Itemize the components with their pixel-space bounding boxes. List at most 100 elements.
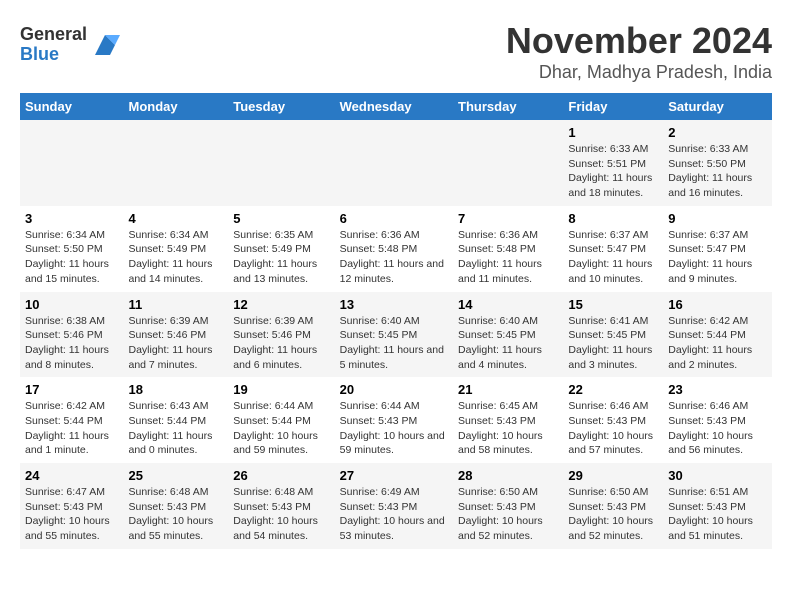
day-number: 17 (25, 382, 118, 397)
day-number: 9 (668, 211, 767, 226)
day-number: 15 (568, 297, 658, 312)
calendar-cell: 23 Sunrise: 6:46 AM Sunset: 5:43 PM Dayli… (663, 377, 772, 463)
calendar-cell: 22Sunrise: 6:46 AM Sunset: 5:43 PM Dayli… (563, 377, 663, 463)
day-info: Sunrise: 6:43 AM Sunset: 5:44 PM Dayligh… (128, 399, 223, 458)
calendar-cell: 16 Sunrise: 6:42 AM Sunset: 5:44 PM Dayli… (663, 292, 772, 378)
day-info: Sunrise: 6:37 AM Sunset: 5:47 PM Dayligh… (568, 228, 658, 287)
header-day-saturday: Saturday (663, 93, 772, 120)
calendar-cell: 25 Sunrise: 6:48 AM Sunset: 5:43 PM Dayli… (123, 463, 228, 549)
day-info: Sunrise: 6:49 AM Sunset: 5:43 PM Dayligh… (340, 485, 448, 544)
day-number: 4 (128, 211, 223, 226)
day-number: 1 (568, 125, 658, 140)
day-number: 10 (25, 297, 118, 312)
calendar-cell: 29 Sunrise: 6:50 AM Sunset: 5:43 PM Dayli… (563, 463, 663, 549)
calendar-cell: 12 Sunrise: 6:39 AM Sunset: 5:46 PM Dayli… (228, 292, 334, 378)
calendar-cell: 4 Sunrise: 6:34 AM Sunset: 5:49 PM Daylig… (123, 206, 228, 292)
day-info: Sunrise: 6:44 AM Sunset: 5:44 PM Dayligh… (233, 399, 329, 458)
day-number: 20 (340, 382, 448, 397)
day-info: Sunrise: 6:36 AM Sunset: 5:48 PM Dayligh… (340, 228, 448, 287)
day-info: Sunrise: 6:38 AM Sunset: 5:46 PM Dayligh… (25, 314, 118, 373)
day-number: 13 (340, 297, 448, 312)
day-number: 25 (128, 468, 223, 483)
calendar-cell (123, 120, 228, 206)
day-number: 14 (458, 297, 558, 312)
calendar-cell (335, 120, 453, 206)
calendar-cell: 1Sunrise: 6:33 AM Sunset: 5:51 PM Daylig… (563, 120, 663, 206)
header: General Blue November 2024 Dhar, Madhya … (20, 20, 772, 83)
day-info: Sunrise: 6:34 AM Sunset: 5:50 PM Dayligh… (25, 228, 118, 287)
day-number: 11 (128, 297, 223, 312)
day-info: Sunrise: 6:46 AM Sunset: 5:43 PM Dayligh… (668, 399, 767, 458)
day-info: Sunrise: 6:48 AM Sunset: 5:43 PM Dayligh… (128, 485, 223, 544)
day-number: 12 (233, 297, 329, 312)
calendar-cell: 6 Sunrise: 6:36 AM Sunset: 5:48 PM Daylig… (335, 206, 453, 292)
day-info: Sunrise: 6:39 AM Sunset: 5:46 PM Dayligh… (128, 314, 223, 373)
day-info: Sunrise: 6:47 AM Sunset: 5:43 PM Dayligh… (25, 485, 118, 544)
day-info: Sunrise: 6:44 AM Sunset: 5:43 PM Dayligh… (340, 399, 448, 458)
day-info: Sunrise: 6:39 AM Sunset: 5:46 PM Dayligh… (233, 314, 329, 373)
day-info: Sunrise: 6:42 AM Sunset: 5:44 PM Dayligh… (668, 314, 767, 373)
week-row-2: 10 Sunrise: 6:38 AM Sunset: 5:46 PM Dayli… (20, 292, 772, 378)
day-info: Sunrise: 6:50 AM Sunset: 5:43 PM Dayligh… (568, 485, 658, 544)
calendar-cell (453, 120, 563, 206)
calendar-cell: 19Sunrise: 6:44 AM Sunset: 5:44 PM Dayli… (228, 377, 334, 463)
day-number: 8 (568, 211, 658, 226)
calendar-cell (20, 120, 123, 206)
title-section: November 2024 Dhar, Madhya Pradesh, Indi… (506, 20, 772, 83)
calendar-cell: 21 Sunrise: 6:45 AM Sunset: 5:43 PM Dayli… (453, 377, 563, 463)
header-day-friday: Friday (563, 93, 663, 120)
day-info: Sunrise: 6:50 AM Sunset: 5:43 PM Dayligh… (458, 485, 558, 544)
header-day-thursday: Thursday (453, 93, 563, 120)
day-number: 21 (458, 382, 558, 397)
day-number: 28 (458, 468, 558, 483)
day-info: Sunrise: 6:36 AM Sunset: 5:48 PM Dayligh… (458, 228, 558, 287)
day-number: 29 (568, 468, 658, 483)
calendar-cell: 13 Sunrise: 6:40 AM Sunset: 5:45 PM Dayli… (335, 292, 453, 378)
day-number: 7 (458, 211, 558, 226)
day-number: 16 (668, 297, 767, 312)
calendar-cell: 5Sunrise: 6:35 AM Sunset: 5:49 PM Daylig… (228, 206, 334, 292)
calendar-cell: 7 Sunrise: 6:36 AM Sunset: 5:48 PM Daylig… (453, 206, 563, 292)
week-row-1: 3 Sunrise: 6:34 AM Sunset: 5:50 PM Daylig… (20, 206, 772, 292)
day-info: Sunrise: 6:37 AM Sunset: 5:47 PM Dayligh… (668, 228, 767, 287)
day-number: 24 (25, 468, 118, 483)
calendar-table: SundayMondayTuesdayWednesdayThursdayFrid… (20, 93, 772, 549)
day-info: Sunrise: 6:40 AM Sunset: 5:45 PM Dayligh… (340, 314, 448, 373)
header-day-wednesday: Wednesday (335, 93, 453, 120)
calendar-cell: 20 Sunrise: 6:44 AM Sunset: 5:43 PM Dayli… (335, 377, 453, 463)
week-row-0: 1Sunrise: 6:33 AM Sunset: 5:51 PM Daylig… (20, 120, 772, 206)
month-title: November 2024 (506, 20, 772, 62)
calendar-cell: 15Sunrise: 6:41 AM Sunset: 5:45 PM Dayli… (563, 292, 663, 378)
day-info: Sunrise: 6:35 AM Sunset: 5:49 PM Dayligh… (233, 228, 329, 287)
logo-icon (90, 30, 120, 60)
calendar-cell: 28 Sunrise: 6:50 AM Sunset: 5:43 PM Dayli… (453, 463, 563, 549)
calendar-cell: 27 Sunrise: 6:49 AM Sunset: 5:43 PM Dayli… (335, 463, 453, 549)
day-number: 30 (668, 468, 767, 483)
day-number: 3 (25, 211, 118, 226)
week-row-4: 24 Sunrise: 6:47 AM Sunset: 5:43 PM Dayli… (20, 463, 772, 549)
header-day-tuesday: Tuesday (228, 93, 334, 120)
calendar-cell: 2Sunrise: 6:33 AM Sunset: 5:50 PM Daylig… (663, 120, 772, 206)
location-title: Dhar, Madhya Pradesh, India (506, 62, 772, 83)
day-info: Sunrise: 6:40 AM Sunset: 5:45 PM Dayligh… (458, 314, 558, 373)
calendar-cell: 8 Sunrise: 6:37 AM Sunset: 5:47 PM Daylig… (563, 206, 663, 292)
calendar-cell: 30Sunrise: 6:51 AM Sunset: 5:43 PM Dayli… (663, 463, 772, 549)
day-info: Sunrise: 6:46 AM Sunset: 5:43 PM Dayligh… (568, 399, 658, 458)
day-number: 18 (128, 382, 223, 397)
calendar-cell: 24 Sunrise: 6:47 AM Sunset: 5:43 PM Dayli… (20, 463, 123, 549)
day-info: Sunrise: 6:34 AM Sunset: 5:49 PM Dayligh… (128, 228, 223, 287)
day-number: 27 (340, 468, 448, 483)
day-number: 23 (668, 382, 767, 397)
calendar-cell: 17Sunrise: 6:42 AM Sunset: 5:44 PM Dayli… (20, 377, 123, 463)
logo-blue-text: Blue (20, 45, 87, 65)
day-info: Sunrise: 6:33 AM Sunset: 5:50 PM Dayligh… (668, 142, 767, 201)
logo-general-text: General (20, 25, 87, 45)
day-number: 6 (340, 211, 448, 226)
calendar-cell: 3 Sunrise: 6:34 AM Sunset: 5:50 PM Daylig… (20, 206, 123, 292)
calendar-cell (228, 120, 334, 206)
header-day-monday: Monday (123, 93, 228, 120)
calendar-cell: 10 Sunrise: 6:38 AM Sunset: 5:46 PM Dayli… (20, 292, 123, 378)
week-row-3: 17Sunrise: 6:42 AM Sunset: 5:44 PM Dayli… (20, 377, 772, 463)
day-info: Sunrise: 6:45 AM Sunset: 5:43 PM Dayligh… (458, 399, 558, 458)
calendar-body: 1Sunrise: 6:33 AM Sunset: 5:51 PM Daylig… (20, 120, 772, 549)
